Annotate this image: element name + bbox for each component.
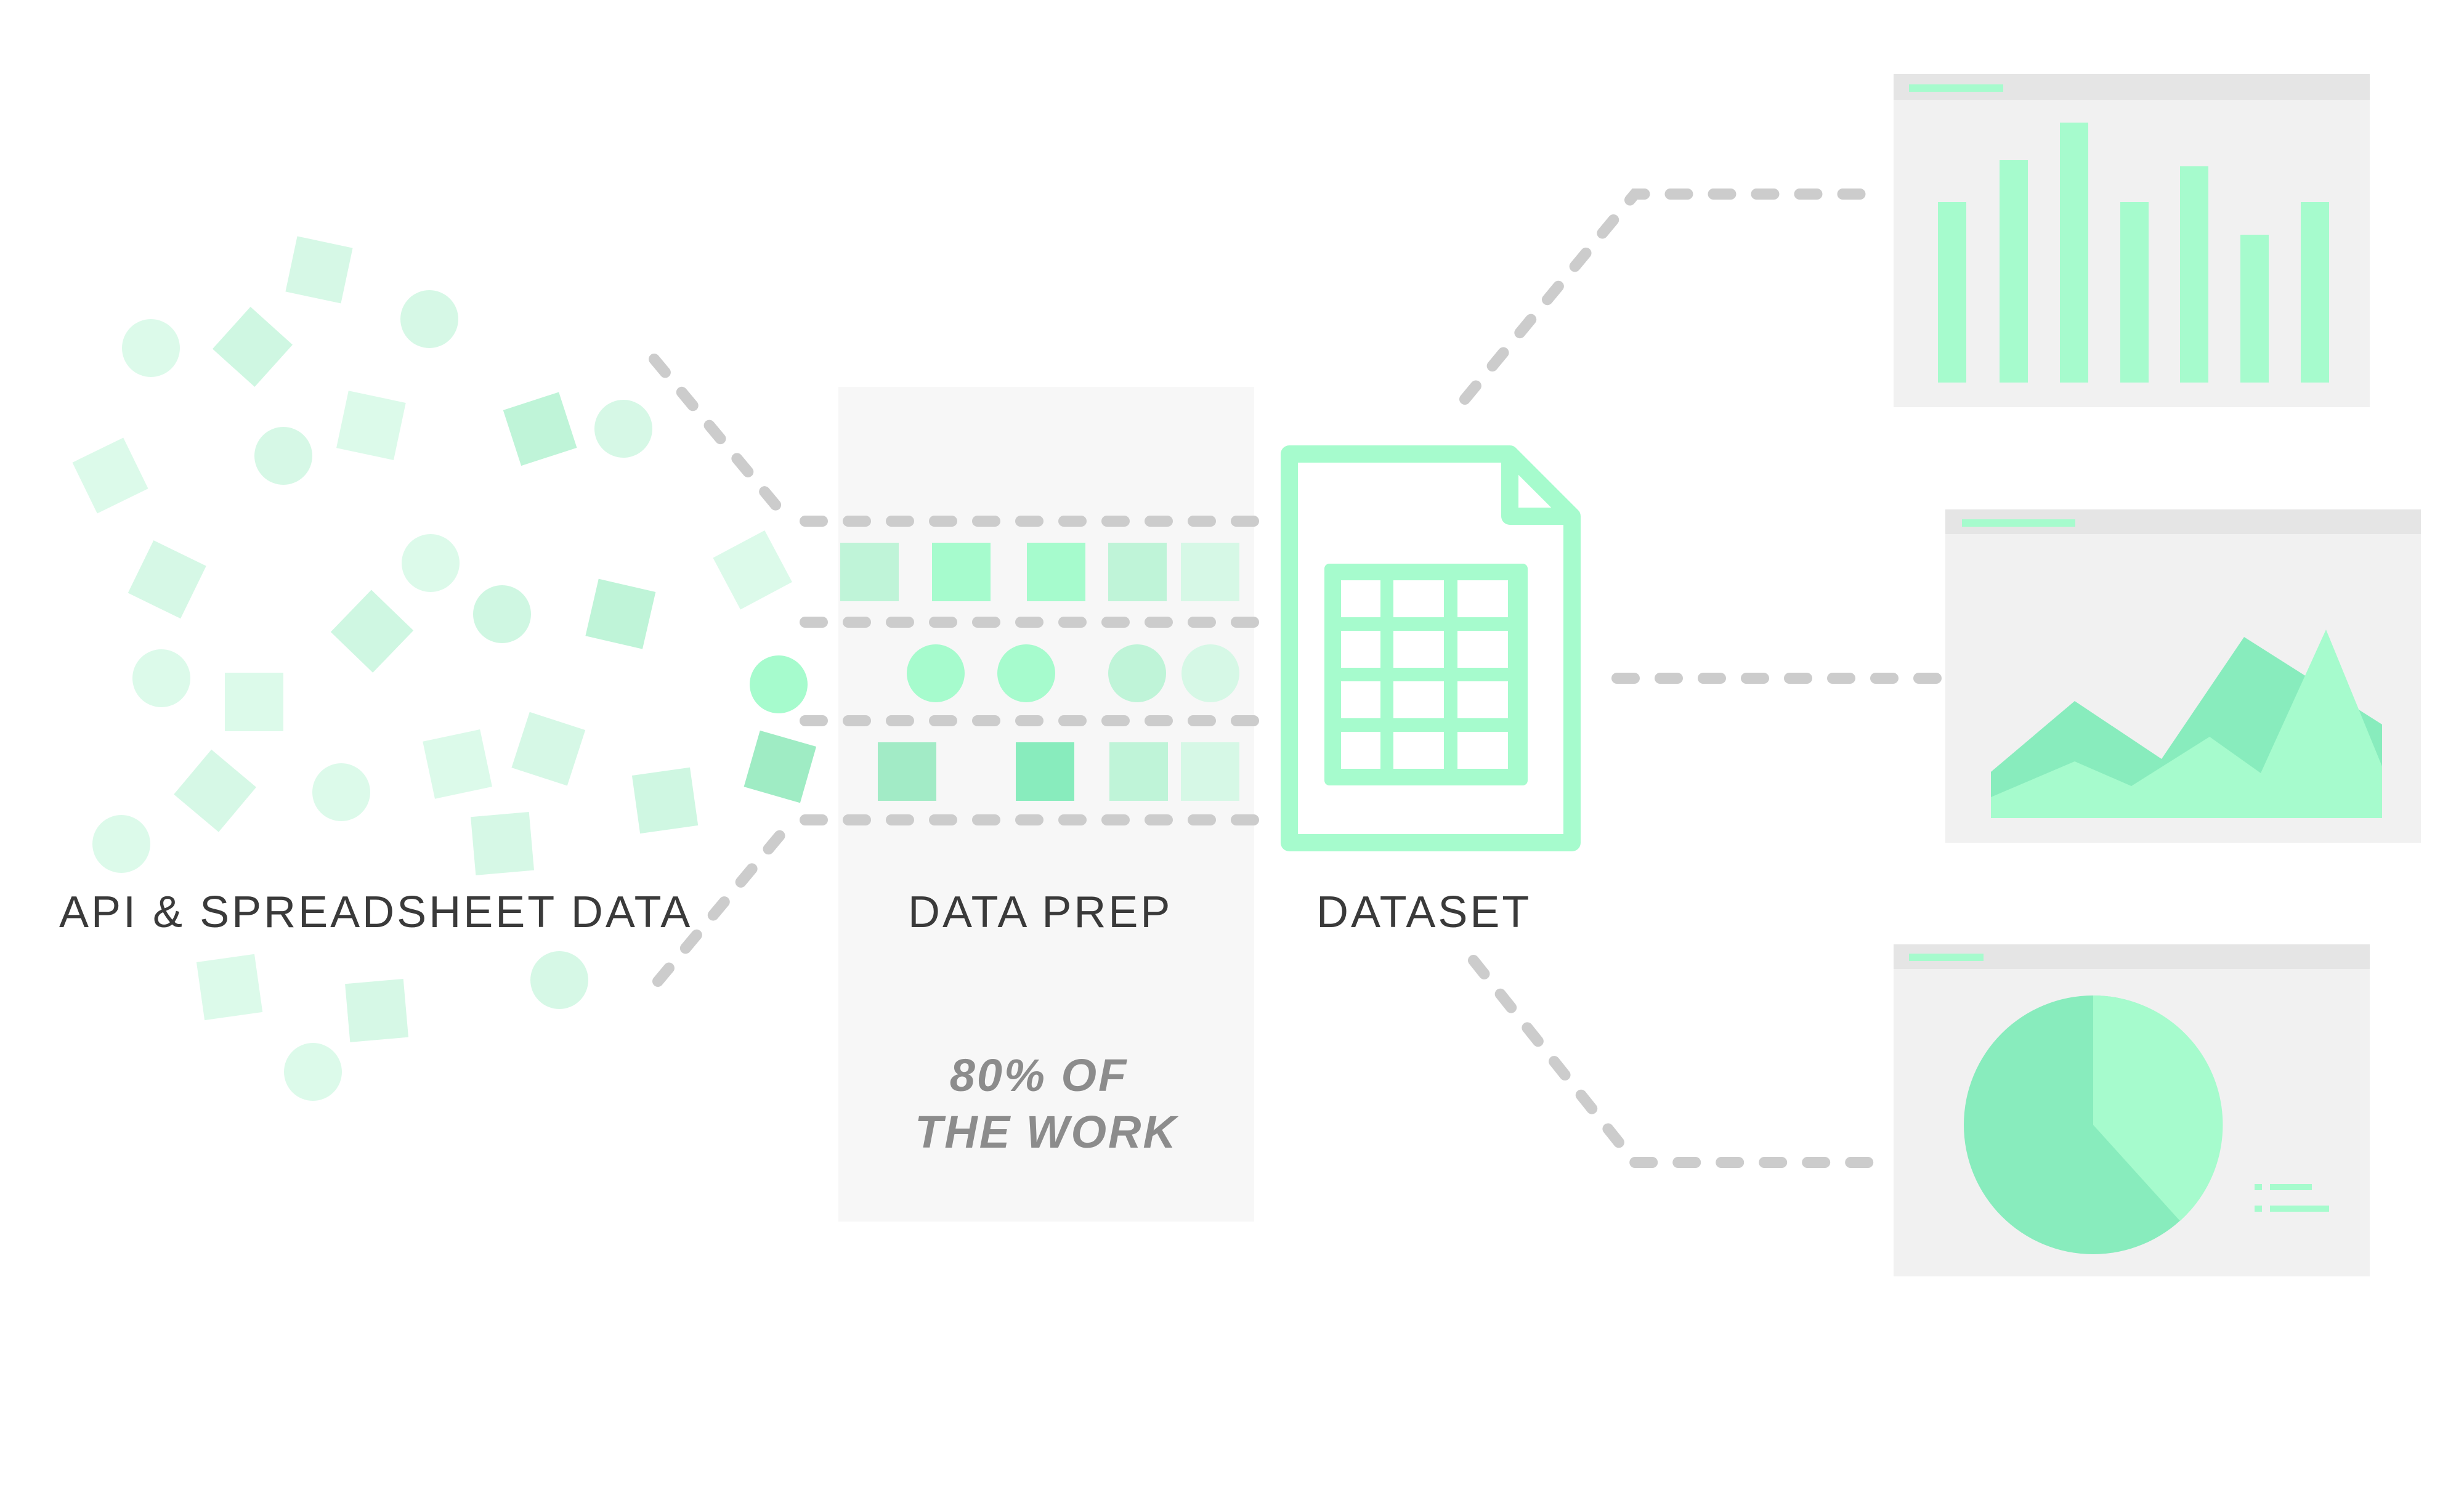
- raw-data-scatter: [72, 236, 699, 1101]
- raw-circle: [312, 763, 370, 821]
- prep-square: [840, 543, 899, 601]
- effort-note: 80% OF THE WORK: [838, 1047, 1254, 1161]
- raw-circle: [122, 319, 180, 377]
- effort-note-line2: THE WORK: [915, 1106, 1178, 1158]
- card-header-accent: [1962, 519, 2075, 527]
- prep-circle: [1181, 644, 1239, 702]
- raw-square: [471, 811, 535, 875]
- raw-circle: [594, 400, 652, 458]
- prep-square: [878, 742, 936, 801]
- prep-square: [1181, 742, 1239, 801]
- data-pipeline-diagram: [72, 74, 2421, 1276]
- bar: [2240, 235, 2269, 383]
- prep-square: [1108, 543, 1167, 601]
- bar: [2301, 202, 2329, 383]
- area-chart-icon: [1945, 509, 2421, 843]
- raw-square: [511, 712, 586, 786]
- prep-square: [932, 543, 991, 601]
- bar: [2120, 202, 2149, 383]
- raw-square: [196, 954, 263, 1021]
- raw-square: [631, 767, 699, 834]
- bar: [2180, 166, 2208, 383]
- incoming-square: [744, 730, 817, 803]
- raw-circle: [400, 290, 458, 348]
- prep-square: [1181, 543, 1239, 601]
- connector-to-bar-chart: [1459, 189, 1886, 405]
- prep-square: [1027, 543, 1085, 601]
- raw-circle: [254, 427, 312, 485]
- raw-square: [72, 437, 148, 514]
- raw-square: [128, 540, 206, 619]
- bar: [1938, 202, 1966, 383]
- source-label: API & SPREADSHEET DATA: [59, 888, 693, 937]
- raw-square: [213, 307, 293, 387]
- raw-square: [336, 391, 406, 460]
- incoming-square: [713, 530, 792, 610]
- raw-square: [585, 578, 656, 649]
- incoming-circle: [750, 655, 808, 713]
- raw-circle: [92, 815, 150, 873]
- raw-circle: [530, 951, 588, 1009]
- prep-square: [1109, 742, 1168, 801]
- effort-note-line1: 80% OF: [949, 1050, 1129, 1101]
- data-prep-label: DATA PREP: [908, 888, 1173, 937]
- prep-square: [1016, 742, 1074, 801]
- raw-square: [345, 978, 409, 1042]
- raw-square: [330, 590, 414, 673]
- card-header-accent: [1909, 84, 2003, 92]
- spreadsheet-document-icon: [1281, 445, 1581, 851]
- raw-circle: [132, 649, 190, 707]
- prep-circle: [997, 644, 1055, 702]
- prep-circle: [1108, 644, 1166, 702]
- raw-square: [225, 673, 283, 731]
- raw-circle: [473, 585, 531, 643]
- bar: [2000, 160, 2028, 383]
- connector-to-pie-chart: [1468, 955, 1886, 1168]
- card-header-accent: [1909, 954, 1984, 961]
- bar: [2060, 123, 2088, 383]
- raw-square: [503, 392, 577, 466]
- raw-square: [285, 236, 353, 304]
- raw-circle: [284, 1043, 342, 1101]
- raw-square: [174, 749, 256, 832]
- raw-circle: [402, 534, 460, 592]
- funnel-upper-line: [649, 354, 795, 527]
- dataset-label: DATASET: [1316, 888, 1532, 937]
- pie-chart-icon: [1894, 944, 2370, 1276]
- prep-circle: [907, 644, 965, 702]
- raw-square: [423, 729, 492, 799]
- bar-chart-icon: [1894, 74, 2370, 407]
